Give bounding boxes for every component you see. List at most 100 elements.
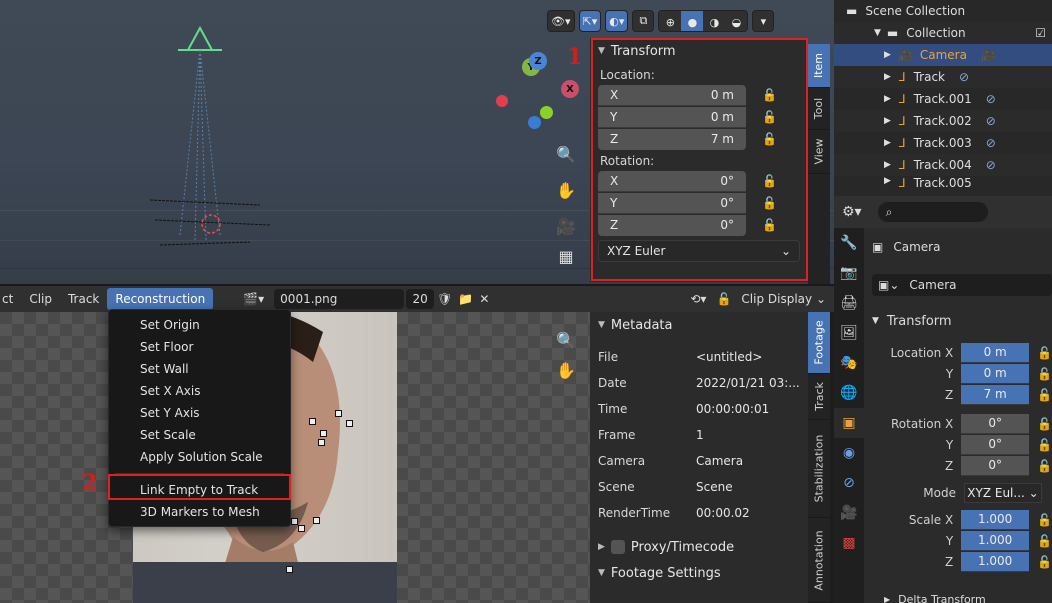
outliner-scene-collection[interactable]: ▬ Scene Collection (834, 0, 1052, 22)
texture-tab-icon[interactable]: ▩ (834, 528, 864, 558)
render-tab-icon[interactable]: 📷 (834, 258, 864, 288)
outliner-item-track-004[interactable]: ▶ ⅃ Track.004 ⊘ (834, 154, 1052, 176)
gizmo-toggle-icon[interactable]: ⇱▾ (578, 10, 602, 32)
ortho-grid-icon[interactable]: ▦ (552, 242, 580, 270)
material-shading-icon[interactable]: ◑ (703, 11, 726, 31)
lock-icon[interactable]: 🔓 (1037, 534, 1052, 548)
tab-stabilization[interactable]: Stabilization (808, 420, 830, 518)
visibility-icon[interactable]: 👁▾ (547, 10, 575, 32)
menu-item-set-wall[interactable]: Set Wall (109, 358, 290, 380)
tab-tool[interactable]: Tool (808, 88, 830, 130)
track-marker[interactable] (318, 439, 325, 446)
camera-data-tab-icon[interactable]: 🎥 (834, 498, 864, 528)
menu-item-3d-markers-to-mesh[interactable]: 3D Markers to Mesh (109, 501, 290, 523)
gizmo-neg-y[interactable] (540, 106, 553, 119)
solid-shading-icon[interactable]: ● (681, 11, 704, 31)
outliner-item-track-003[interactable]: ▶ ⅃ Track.003 ⊘ (834, 132, 1052, 154)
track-marker[interactable] (313, 517, 320, 524)
tool-tab-icon[interactable]: 🔧 (834, 228, 864, 258)
transform-section-header[interactable]: ▼ Transform (872, 308, 1052, 334)
object-name-row[interactable]: ▣ Camera (872, 236, 1052, 258)
fake-user-shield-icon[interactable]: 🛡 (434, 288, 455, 310)
outliner-item-track[interactable]: ▶ ⅃ Track ⊘ (834, 66, 1052, 88)
prop-rotation-x[interactable]: 0° (961, 413, 1030, 434)
gizmo-z-axis[interactable]: Z (529, 52, 547, 70)
outliner-collection[interactable]: ▼ ▬ Collection ☑ (834, 22, 1052, 44)
lock-icon[interactable]: 🔓 (1037, 513, 1052, 527)
scene-tab-icon[interactable]: 🎭 (834, 348, 864, 378)
outliner-item-camera[interactable]: ▶ 🎥 Camera 🎥 (834, 44, 1052, 66)
editor-type-icon[interactable]: ⚙▾ (842, 204, 862, 220)
xray-icon[interactable]: ⧉ (632, 10, 655, 32)
menu-item-apply-solution-scale[interactable]: Apply Solution Scale (109, 446, 290, 468)
pivot-icon[interactable]: ⟲▾ (682, 288, 714, 310)
constraints-tab-icon[interactable]: ⊘ (834, 468, 864, 498)
menu-track[interactable]: Track (60, 288, 107, 310)
clip-browse-icon[interactable]: 🎬▾ (235, 288, 272, 310)
metadata-panel-header[interactable]: ▼ Metadata (590, 312, 808, 338)
view-layer-tab-icon[interactable]: 🖼 (834, 318, 864, 348)
proxy-checkbox[interactable] (610, 540, 625, 554)
clip-users-count[interactable]: 20 (406, 289, 435, 309)
lock-icon[interactable]: 🔓 (1037, 438, 1052, 452)
menu-clip[interactable]: Clip (21, 288, 60, 310)
prop-location-z[interactable]: 7 m (961, 384, 1030, 405)
outliner-item-track-005[interactable]: ▶ ⅃ Track.005 (834, 176, 1052, 188)
modifier-tab-icon[interactable]: ◉ (834, 438, 864, 468)
outliner-item-track-002[interactable]: ▶ ⅃ Track.002 ⊘ (834, 110, 1052, 132)
track-marker[interactable] (291, 518, 298, 525)
lock-selection-icon[interactable]: 🔓 (714, 288, 733, 310)
camera-view-icon[interactable]: 🎥 (552, 212, 580, 240)
track-marker[interactable] (320, 430, 327, 437)
lock-icon[interactable]: 🔓 (1037, 367, 1052, 381)
menu-select[interactable]: ct (0, 288, 21, 310)
outliner-item-track-001[interactable]: ▶ ⅃ Track.001 ⊘ (834, 88, 1052, 110)
gizmo-neg-z[interactable] (528, 116, 541, 129)
lock-icon[interactable]: 🔓 (1037, 346, 1052, 360)
menu-item-set-scale[interactable]: Set Scale (109, 424, 290, 446)
track-marker[interactable] (346, 420, 353, 427)
menu-item-set-origin[interactable]: Set Origin (109, 314, 290, 336)
prop-scale-x[interactable]: 1.000 (961, 509, 1030, 530)
track-marker[interactable] (298, 525, 305, 532)
clip-name-field[interactable]: 0001.png (274, 289, 405, 309)
tab-item[interactable]: Item (808, 44, 830, 88)
prop-location-x[interactable]: 0 m (961, 342, 1030, 363)
rendered-shading-icon[interactable]: ◒ (725, 11, 748, 31)
menu-item-set-floor[interactable]: Set Floor (109, 336, 290, 358)
prop-scale-y[interactable]: 1.000 (961, 530, 1030, 551)
clip-view[interactable]: 🔍 ✋ (0, 312, 590, 603)
output-tab-icon[interactable]: 🖨 (834, 288, 864, 318)
gizmo-x-axis[interactable]: X (561, 80, 579, 98)
gizmo-neg-x[interactable] (496, 95, 508, 107)
lock-icon[interactable]: 🔓 (1037, 388, 1052, 402)
proxy-panel-header[interactable]: ▶ Proxy/Timecode (590, 534, 808, 560)
delta-transform-header[interactable]: ▶ Delta Transform (884, 592, 1052, 603)
wireframe-shading-icon[interactable]: ⊕ (659, 11, 682, 31)
prop-rotation-mode-dropdown[interactable]: XYZ Eul... ⌄ (964, 482, 1042, 503)
menu-reconstruction[interactable]: Reconstruction (107, 288, 214, 310)
open-folder-icon[interactable]: 📁 (455, 288, 476, 310)
close-icon[interactable]: ✕ (476, 288, 492, 310)
object-datablock-field[interactable]: ▣⌄ Camera (872, 274, 1052, 296)
menu-item-set-y-axis[interactable]: Set Y Axis (109, 402, 290, 424)
menu-item-set-x-axis[interactable]: Set X Axis (109, 380, 290, 402)
prop-scale-z[interactable]: 1.000 (961, 551, 1030, 572)
clip-display-dropdown[interactable]: Clip Display ⌄ (733, 288, 834, 310)
properties-search-field[interactable]: ⌕ (877, 202, 988, 222)
footage-settings-header[interactable]: ▼ Footage Settings (590, 560, 808, 586)
clip-pan-hand-icon[interactable]: ✋ (552, 356, 580, 384)
lock-icon[interactable]: 🔓 (1037, 459, 1052, 473)
track-marker[interactable] (286, 566, 293, 573)
zoom-icon[interactable]: 🔍 (552, 140, 580, 168)
world-tab-icon[interactable]: 🌐 (834, 378, 864, 408)
pan-hand-icon[interactable]: ✋ (552, 176, 580, 204)
lock-icon[interactable]: 🔓 (1037, 417, 1052, 431)
prop-location-y[interactable]: 0 m (961, 363, 1030, 384)
track-marker[interactable] (309, 418, 316, 425)
overlay-toggle-icon[interactable]: ◐▾ (605, 10, 629, 32)
shading-options-icon[interactable]: ▾ (752, 10, 775, 32)
track-marker[interactable] (335, 410, 342, 417)
tab-annotation[interactable]: Annotation (808, 518, 830, 603)
tab-view[interactable]: View (808, 130, 830, 174)
